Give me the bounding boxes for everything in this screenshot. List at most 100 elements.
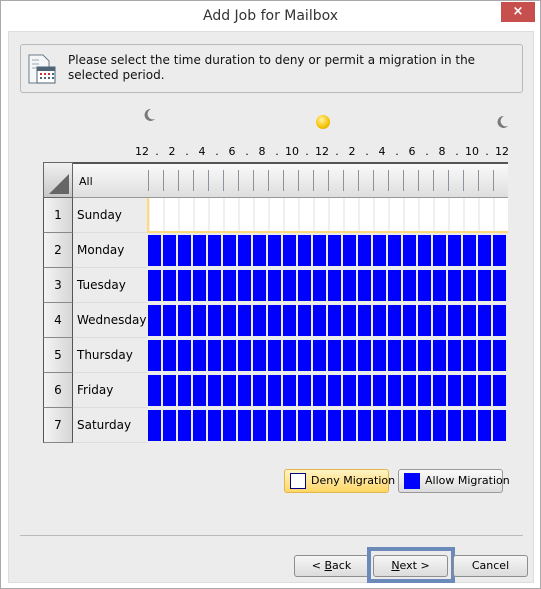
hour-cell[interactable] bbox=[390, 198, 403, 231]
hour-cell[interactable] bbox=[180, 198, 193, 231]
hour-cell[interactable] bbox=[163, 375, 176, 406]
hour-cell[interactable] bbox=[163, 410, 176, 441]
hour-cell[interactable] bbox=[285, 198, 298, 231]
hour-cell[interactable] bbox=[403, 305, 416, 336]
next-button[interactable]: Next > bbox=[373, 555, 448, 577]
hour-cell[interactable] bbox=[345, 198, 358, 231]
hour-cell[interactable] bbox=[433, 235, 446, 266]
hour-cell[interactable] bbox=[270, 198, 283, 231]
hour-cell[interactable] bbox=[210, 198, 223, 231]
hour-cell[interactable] bbox=[283, 410, 296, 441]
hour-cell[interactable] bbox=[313, 270, 326, 301]
hour-cell[interactable] bbox=[178, 375, 191, 406]
hour-cell[interactable] bbox=[195, 198, 208, 231]
hour-cell[interactable] bbox=[403, 375, 416, 406]
day-name[interactable]: Wednesday bbox=[73, 303, 147, 338]
hour-cell[interactable] bbox=[255, 198, 268, 231]
hour-cell[interactable] bbox=[208, 340, 221, 371]
hour-cell[interactable] bbox=[418, 270, 431, 301]
hour-cell[interactable] bbox=[178, 235, 191, 266]
row-number[interactable]: 3 bbox=[43, 268, 73, 303]
hour-cell[interactable] bbox=[163, 270, 176, 301]
hour-cell[interactable] bbox=[418, 340, 431, 371]
hour-cell[interactable] bbox=[223, 375, 236, 406]
hour-cell[interactable] bbox=[238, 375, 251, 406]
hour-cell[interactable] bbox=[478, 270, 491, 301]
hour-cell[interactable] bbox=[238, 270, 251, 301]
hour-cell[interactable] bbox=[328, 340, 341, 371]
hour-cell[interactable] bbox=[253, 375, 266, 406]
hour-cell[interactable] bbox=[298, 235, 311, 266]
hour-cell[interactable] bbox=[465, 198, 478, 231]
day-name[interactable]: Tuesday bbox=[73, 268, 147, 303]
hour-cell[interactable] bbox=[493, 235, 506, 266]
hour-cell[interactable] bbox=[358, 375, 371, 406]
hour-cell[interactable] bbox=[165, 198, 178, 231]
hour-cell[interactable] bbox=[433, 270, 446, 301]
hour-cell[interactable] bbox=[193, 340, 206, 371]
hour-cell[interactable] bbox=[253, 270, 266, 301]
hour-cell[interactable] bbox=[373, 235, 386, 266]
hour-cell[interactable] bbox=[388, 235, 401, 266]
close-button[interactable]: × bbox=[501, 2, 535, 22]
hour-cell[interactable] bbox=[328, 375, 341, 406]
hour-cell[interactable] bbox=[208, 375, 221, 406]
hour-cell[interactable] bbox=[493, 375, 506, 406]
hour-cell[interactable] bbox=[283, 340, 296, 371]
hour-cell[interactable] bbox=[373, 340, 386, 371]
hour-cell[interactable] bbox=[268, 270, 281, 301]
hour-cell[interactable] bbox=[478, 375, 491, 406]
hour-cell[interactable] bbox=[253, 305, 266, 336]
hour-cell[interactable] bbox=[223, 340, 236, 371]
day-name[interactable]: Monday bbox=[73, 233, 147, 268]
hour-cell[interactable] bbox=[163, 235, 176, 266]
hour-cell[interactable] bbox=[238, 410, 251, 441]
all-header[interactable]: All bbox=[73, 162, 147, 198]
hour-cell[interactable] bbox=[193, 375, 206, 406]
hour-cell[interactable] bbox=[328, 270, 341, 301]
hour-cell[interactable] bbox=[478, 410, 491, 441]
hour-cell[interactable] bbox=[463, 410, 476, 441]
deny-migration-button[interactable]: Deny Migration bbox=[284, 469, 395, 493]
hour-cell[interactable] bbox=[240, 198, 253, 231]
row-number[interactable]: 5 bbox=[43, 338, 73, 373]
hour-cell[interactable] bbox=[298, 270, 311, 301]
hour-cell[interactable] bbox=[313, 340, 326, 371]
hour-cell[interactable] bbox=[478, 235, 491, 266]
hour-cell[interactable] bbox=[225, 198, 238, 231]
hour-cell[interactable] bbox=[313, 305, 326, 336]
hour-cell[interactable] bbox=[360, 198, 373, 231]
hour-cell[interactable] bbox=[358, 305, 371, 336]
hour-cell[interactable] bbox=[343, 375, 356, 406]
hour-cell[interactable] bbox=[358, 340, 371, 371]
hour-cell[interactable] bbox=[463, 270, 476, 301]
select-all-corner[interactable] bbox=[43, 162, 73, 198]
hour-cell[interactable] bbox=[433, 375, 446, 406]
hour-cell[interactable] bbox=[150, 198, 163, 231]
hour-cell[interactable] bbox=[163, 340, 176, 371]
hour-cell[interactable] bbox=[148, 375, 161, 406]
hour-cell[interactable] bbox=[283, 375, 296, 406]
hour-cell[interactable] bbox=[358, 410, 371, 441]
hour-cell[interactable] bbox=[373, 305, 386, 336]
hour-cell[interactable] bbox=[493, 270, 506, 301]
hour-cell[interactable] bbox=[178, 410, 191, 441]
hour-cell[interactable] bbox=[403, 270, 416, 301]
hour-cell[interactable] bbox=[448, 270, 461, 301]
hour-cell[interactable] bbox=[373, 410, 386, 441]
hour-cell[interactable] bbox=[358, 270, 371, 301]
hour-cell[interactable] bbox=[163, 305, 176, 336]
hour-cell[interactable] bbox=[373, 375, 386, 406]
hour-cell[interactable] bbox=[178, 270, 191, 301]
hour-cell[interactable] bbox=[388, 340, 401, 371]
hour-cell[interactable] bbox=[148, 270, 161, 301]
hour-cell[interactable] bbox=[208, 305, 221, 336]
hour-cell[interactable] bbox=[388, 305, 401, 336]
hour-cell[interactable] bbox=[403, 235, 416, 266]
hour-cell[interactable] bbox=[388, 375, 401, 406]
hour-cell[interactable] bbox=[493, 410, 506, 441]
hour-cell[interactable] bbox=[493, 340, 506, 371]
hour-cell[interactable] bbox=[298, 375, 311, 406]
hour-cell[interactable] bbox=[268, 340, 281, 371]
hour-cell[interactable] bbox=[418, 305, 431, 336]
